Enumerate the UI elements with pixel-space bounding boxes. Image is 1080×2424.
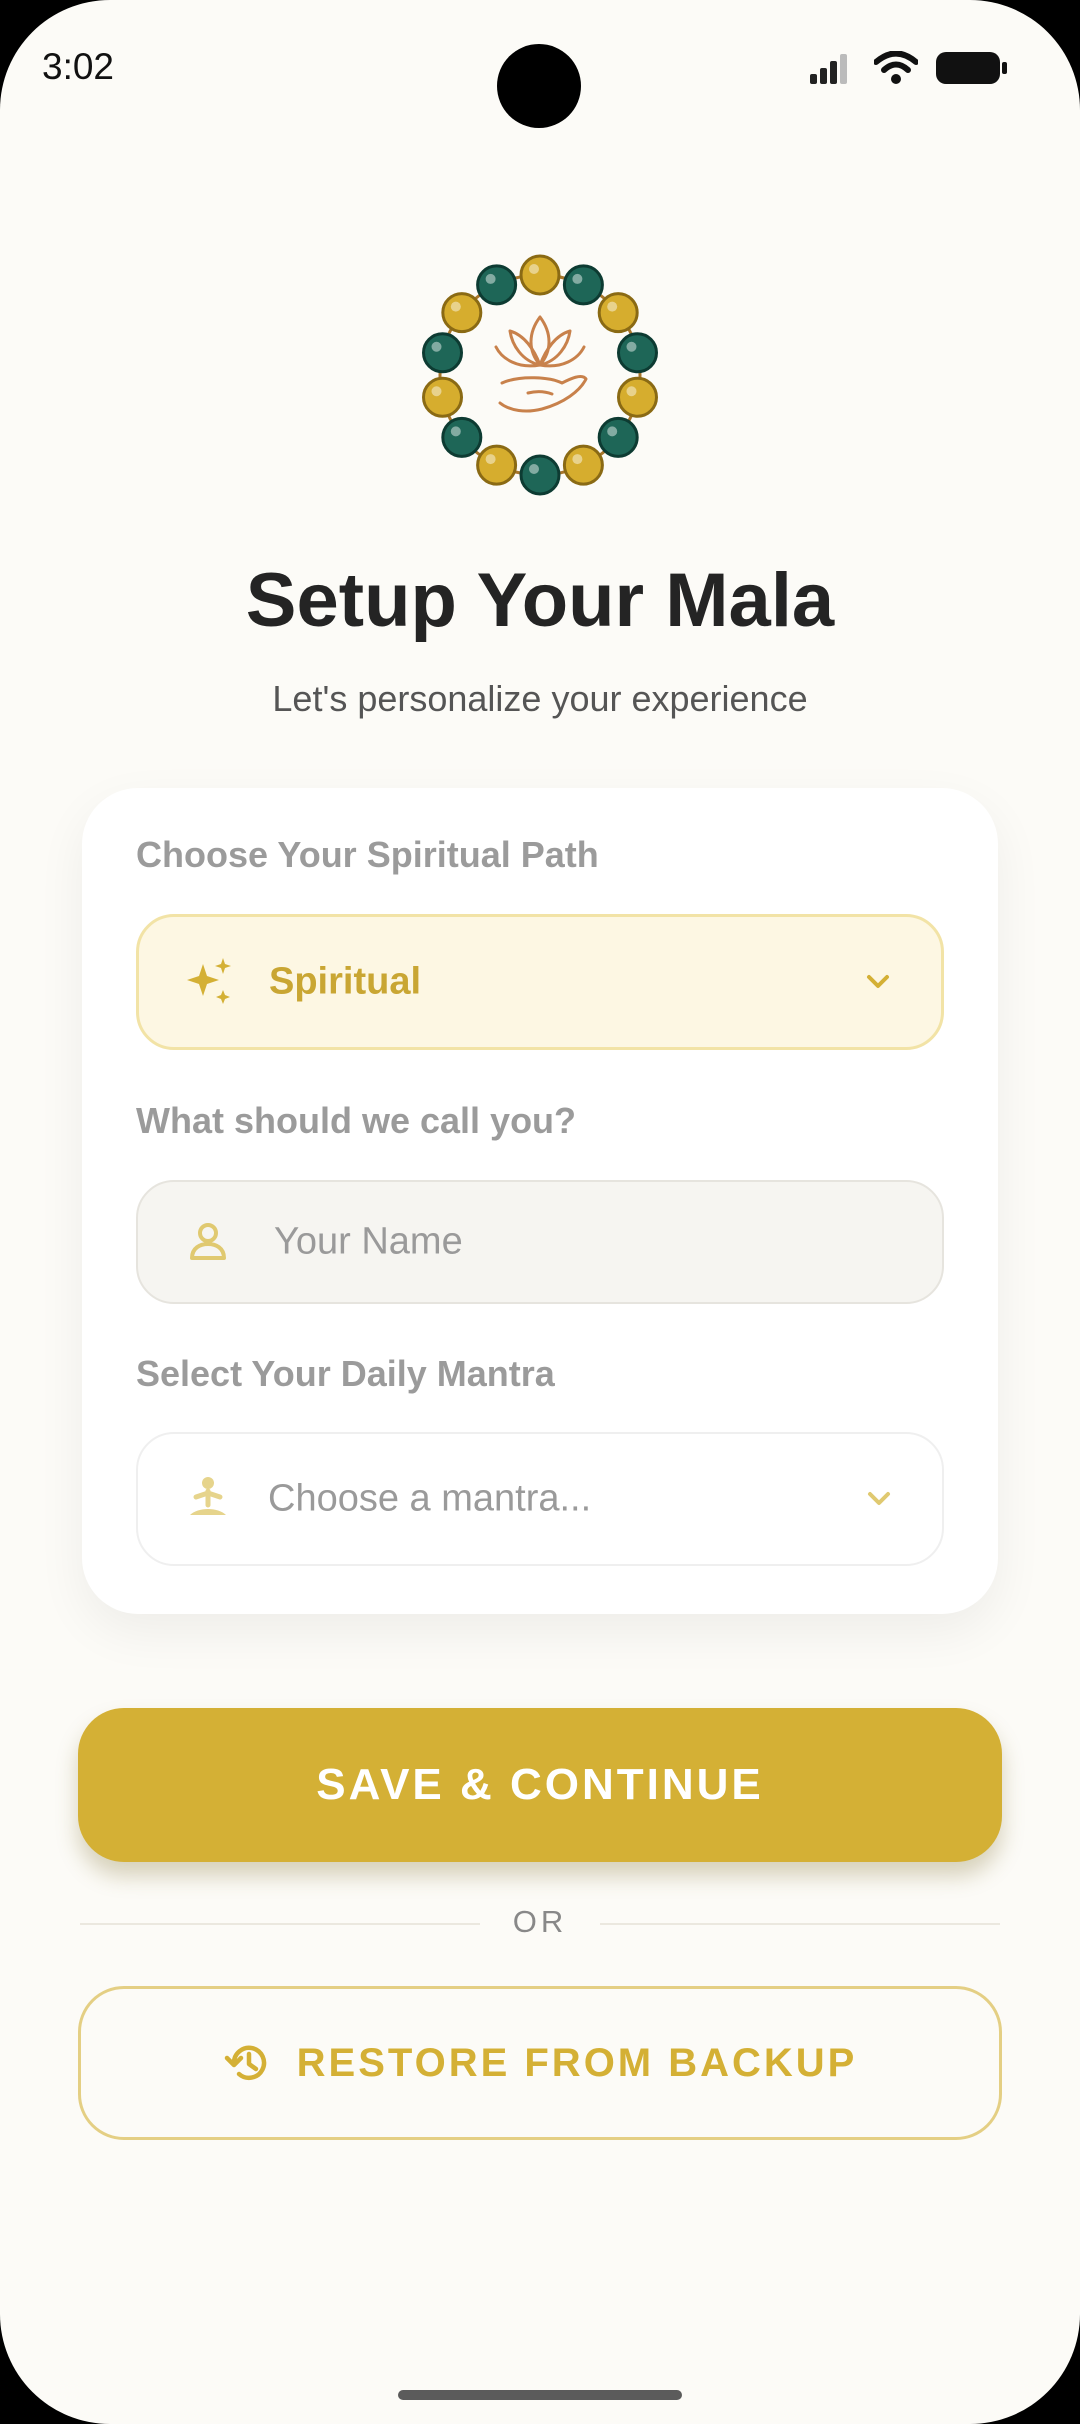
mala-bead-highlight	[626, 341, 637, 352]
battery-icon	[936, 52, 1007, 84]
mantra-label: Select Your Daily Mantra	[136, 1353, 555, 1394]
mala-bead	[597, 416, 639, 458]
mala-bead	[422, 332, 464, 374]
person-icon	[190, 1223, 226, 1260]
signal-icon	[810, 54, 847, 84]
mala-bead-highlight	[626, 386, 637, 397]
lotus-hand-icon	[494, 315, 588, 413]
mala-bead	[476, 444, 518, 486]
mala-bead-highlight	[431, 341, 442, 352]
page-subtitle: Let's personalize your experience	[272, 678, 808, 719]
mala-bead	[616, 332, 658, 374]
mantra-dropdown[interactable]: Choose a mantra...	[136, 1432, 944, 1566]
meditation-icon	[190, 1477, 226, 1515]
restore-backup-button[interactable]: RESTORE FROM BACKUP	[78, 1986, 1002, 2140]
mala-logo	[422, 254, 658, 496]
mantra-placeholder: Choose a mantra...	[268, 1477, 592, 1520]
mala-bead	[562, 444, 604, 486]
or-separator: OR	[512, 1904, 568, 1939]
mala-bead-highlight	[529, 264, 539, 274]
mala-bead-highlight	[485, 454, 496, 465]
name-placeholder: Your Name	[274, 1220, 463, 1263]
mala-bead	[597, 292, 639, 334]
mala-bead	[562, 264, 604, 306]
app-screen: 3:02 Setup Your Mala Let's personalize y…	[0, 0, 1080, 2424]
restore-backup-label: RESTORE FROM BACKUP	[296, 2040, 858, 2085]
mala-bead	[476, 264, 518, 306]
name-label: What should we call you?	[136, 1100, 577, 1141]
save-continue-button[interactable]: SAVE & CONTINUE	[78, 1708, 1002, 1862]
spiritual-path-value: Spiritual	[269, 960, 422, 1003]
status-icons	[810, 50, 1008, 86]
mala-bead	[519, 254, 561, 296]
mala-bead-highlight	[607, 301, 618, 312]
mala-bead	[616, 376, 658, 418]
divider-right	[600, 1923, 1000, 1925]
mala-bead	[519, 454, 561, 496]
mala-bead-highlight	[572, 454, 583, 465]
path-label: Choose Your Spiritual Path	[136, 834, 599, 875]
name-input[interactable]: Your Name	[136, 1180, 944, 1304]
mala-bead	[441, 416, 483, 458]
mala-bead-highlight	[450, 426, 461, 437]
mala-bead	[422, 376, 464, 418]
mala-bead-highlight	[572, 273, 583, 284]
chevron-down-icon	[867, 975, 889, 988]
mala-bead-highlight	[529, 464, 539, 474]
sparkles-icon	[187, 958, 231, 1004]
chevron-down-icon	[868, 1492, 890, 1505]
page-title: Setup Your Mala	[245, 558, 835, 643]
history-icon	[224, 2045, 266, 2080]
mala-bead-highlight	[607, 426, 618, 437]
wifi-icon	[874, 51, 918, 84]
home-indicator	[398, 2390, 682, 2400]
mala-bead-highlight	[485, 273, 496, 284]
spiritual-path-dropdown[interactable]: Spiritual	[136, 914, 944, 1050]
status-bar: 3:02	[0, 0, 1080, 140]
setup-form-card: Choose Your Spiritual Path Spiritual Wha…	[82, 788, 998, 1614]
status-time: 3:02	[42, 46, 115, 87]
mala-bead-highlight	[431, 386, 442, 397]
mala-bead	[441, 292, 483, 334]
mala-bead-highlight	[450, 301, 461, 312]
front-camera	[497, 44, 581, 128]
